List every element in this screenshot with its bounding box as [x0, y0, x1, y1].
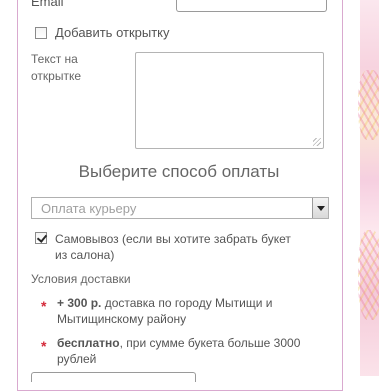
- bullet-star-icon: *: [41, 298, 47, 314]
- email-label: Email: [31, 0, 64, 9]
- bullet-star-icon: *: [41, 338, 47, 354]
- delivery-price: бесплатно: [57, 336, 120, 350]
- next-field-input[interactable]: [31, 372, 196, 382]
- delivery-price: + 300 р.: [57, 296, 102, 310]
- payment-method-select[interactable]: Оплата курьеру: [31, 197, 329, 219]
- payment-method-value: Оплата курьеру: [41, 201, 137, 216]
- email-input[interactable]: [176, 0, 327, 12]
- add-postcard-label[interactable]: Добавить открытку: [55, 25, 170, 40]
- delivery-conditions-title: Условия доставки: [31, 272, 131, 286]
- payment-section-title: Выберите способ оплаты: [78, 162, 280, 181]
- pickup-label[interactable]: Самовывоз (если вы хотите забрать букет …: [55, 231, 295, 263]
- postcard-text-textarea[interactable]: [135, 52, 324, 149]
- pickup-checkbox[interactable]: [35, 232, 47, 244]
- postcard-text-label: Текст на открытке: [31, 52, 82, 83]
- decorative-background-strip: [358, 0, 379, 376]
- firework-decoration: [358, 230, 379, 320]
- resize-grip-icon[interactable]: [313, 138, 321, 146]
- chevron-down-icon[interactable]: [312, 198, 328, 218]
- firework-decoration: [358, 70, 379, 140]
- add-postcard-checkbox[interactable]: [35, 27, 47, 39]
